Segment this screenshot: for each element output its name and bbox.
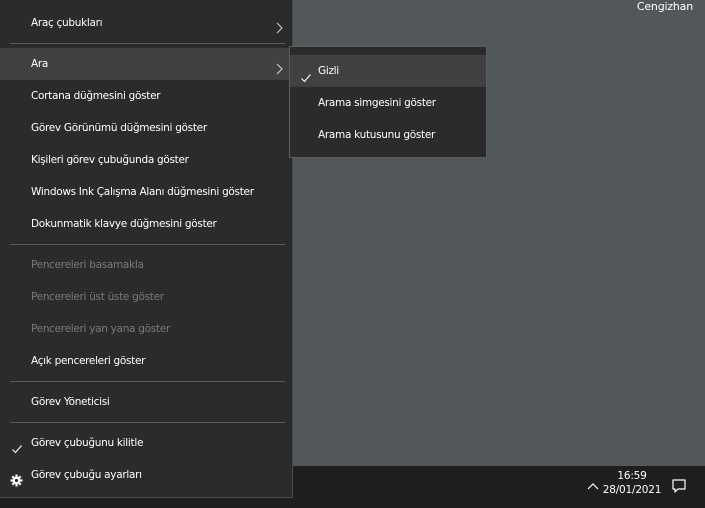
search-submenu: Gizli Arama simgesini göster Arama kutus…: [289, 46, 487, 158]
menu-item-lock-taskbar[interactable]: Görev çubuğunu kilitle: [0, 427, 292, 459]
menu-item-label: Windows Ink Çalışma Alanı düğmesini göst…: [31, 186, 254, 198]
menu-item-label: Pencereleri üst üste göster: [31, 291, 164, 303]
menu-item-label: Görev çubuğu ayarları: [31, 469, 142, 481]
menu-item-stack-windows: Pencereleri üst üste göster: [0, 281, 292, 313]
menu-item-cascade-windows: Pencereleri basamakla: [0, 249, 292, 281]
menu-item-label: Pencereleri yan yana göster: [31, 323, 170, 335]
menu-item-side-by-side-windows: Pencereleri yan yana göster: [0, 313, 292, 345]
clock-time: 16:59: [617, 470, 647, 482]
submenu-item-hidden[interactable]: Gizli: [290, 55, 486, 87]
chevron-right-icon: [274, 57, 284, 75]
menu-item-label: Kişileri görev çubuğunda göster: [31, 154, 189, 166]
checkmark-icon: [11, 436, 23, 454]
checkmark-icon: [300, 65, 312, 83]
menu-item-label: Araç çubukları: [31, 17, 103, 29]
action-center-icon[interactable]: [670, 477, 688, 495]
user-name-label: Cengizhan: [636, 0, 693, 13]
submenu-item-label: Arama kutusunu göster: [318, 129, 436, 141]
menu-separator: [10, 43, 285, 44]
menu-item-show-task-view-button[interactable]: Görev Görünümü düğmesini göster: [0, 112, 292, 144]
menu-item-label: Dokunmatik klavye düğmesini göster: [31, 218, 217, 230]
menu-item-show-ink-workspace-button[interactable]: Windows Ink Çalışma Alanı düğmesini göst…: [0, 176, 292, 208]
submenu-item-label: Arama simgesini göster: [318, 97, 436, 109]
menu-item-taskbar-settings[interactable]: Görev çubuğu ayarları: [0, 459, 292, 491]
taskbar-clock[interactable]: 16:59 28/01/2021: [600, 469, 664, 497]
menu-item-label: Cortana düğmesini göster: [31, 90, 161, 102]
menu-separator: [10, 244, 285, 245]
menu-item-label: Görev çubuğunu kilitle: [31, 437, 144, 449]
menu-item-label: Görev Yöneticisi: [31, 396, 110, 408]
menu-item-show-touch-keyboard-button[interactable]: Dokunmatik klavye düğmesini göster: [0, 208, 292, 240]
menu-separator: [10, 422, 285, 423]
menu-item-label: Pencereleri basamakla: [31, 259, 144, 271]
menu-item-show-cortana-button[interactable]: Cortana düğmesini göster: [0, 80, 292, 112]
menu-item-label: Görev Görünümü düğmesini göster: [31, 122, 207, 134]
submenu-item-label: Gizli: [318, 65, 339, 77]
menu-separator: [10, 381, 285, 382]
chevron-right-icon: [274, 16, 284, 34]
menu-item-show-people[interactable]: Kişileri görev çubuğunda göster: [0, 144, 292, 176]
gear-icon: [10, 468, 23, 487]
menu-item-toolbars[interactable]: Araç çubukları: [0, 7, 292, 39]
taskbar-context-menu: Araç çubukları Ara Cortana düğmesini gös…: [0, 0, 293, 498]
clock-date: 28/01/2021: [602, 484, 662, 496]
menu-item-task-manager[interactable]: Görev Yöneticisi: [0, 386, 292, 418]
menu-item-search[interactable]: Ara: [0, 48, 292, 80]
submenu-item-show-search-icon[interactable]: Arama simgesini göster: [290, 87, 486, 119]
menu-item-label: Ara: [31, 58, 49, 70]
submenu-item-show-search-box[interactable]: Arama kutusunu göster: [290, 119, 486, 151]
menu-item-label: Açık pencereleri göster: [31, 355, 146, 367]
menu-item-show-desktop[interactable]: Açık pencereleri göster: [0, 345, 292, 377]
